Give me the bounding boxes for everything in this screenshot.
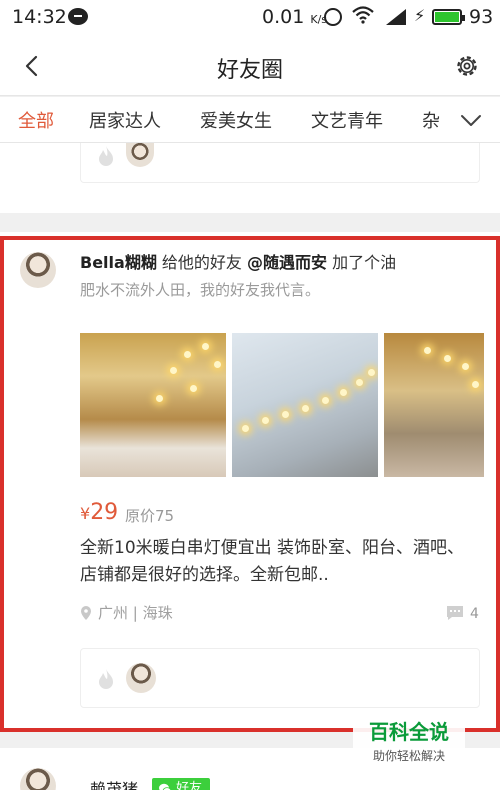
- alarm-icon: [324, 8, 342, 26]
- location-pin-icon: [81, 606, 91, 620]
- comment-count[interactable]: 4: [446, 605, 479, 622]
- wechat-icon: [159, 783, 172, 790]
- post-username[interactable]: Bella糊糊: [80, 253, 157, 272]
- signal-icon: [386, 9, 406, 25]
- wifi-icon: [352, 6, 374, 24]
- flame-icon[interactable]: [96, 144, 116, 168]
- tab-all[interactable]: 全部: [18, 107, 54, 133]
- post-headline: Bella糊糊 给他的好友 @随遇而安 加了个油: [80, 249, 396, 273]
- battery-icon: [432, 9, 465, 25]
- tabs-expand-button[interactable]: [442, 97, 500, 142]
- post-photo-2[interactable]: [232, 333, 378, 477]
- post-mention[interactable]: @随遇而安: [247, 253, 327, 272]
- comment-icon: [447, 606, 463, 620]
- charging-icon: ⚡: [414, 6, 426, 25]
- post-original-price: 原价75: [125, 507, 175, 525]
- top-bar: 好友圈: [0, 36, 500, 96]
- next-post-username[interactable]: 赖茂猪: [90, 776, 138, 790]
- gear-icon[interactable]: [454, 53, 480, 79]
- post-description[interactable]: 全新10米暖白串灯便宜出 装饰卧室、阳台、酒吧、店铺都是很好的选择。全新包邮..: [80, 535, 480, 589]
- post-photo-1[interactable]: [80, 333, 226, 477]
- status-bar: 14:32 0.01 K/s ⚡ 93: [0, 0, 500, 36]
- status-time: 14:32: [12, 6, 67, 28]
- post-action-text: 给他的好友: [161, 253, 242, 272]
- watermark-subtitle: 助你轻松解决: [372, 749, 445, 763]
- post-photo-3[interactable]: [384, 333, 484, 477]
- battery-percent: 93: [469, 6, 494, 28]
- post-location: 广州 | 海珠: [80, 602, 173, 623]
- post-price: ¥29: [80, 500, 119, 525]
- friend-badge: 好友: [152, 778, 211, 790]
- tab-misc[interactable]: 杂: [422, 107, 440, 133]
- previous-post-card: [0, 143, 500, 213]
- flame-icon[interactable]: [96, 667, 116, 691]
- post-action-suffix: 加了个油: [332, 253, 397, 272]
- post-subtitle: 肥水不流外人田，我的好友我代言。: [80, 281, 321, 299]
- chevron-down-icon: [461, 115, 481, 126]
- category-tabs: 全部 居家达人 爱美女生 文艺青年 杂: [0, 97, 500, 143]
- network-speed: 0.01 K/s: [262, 6, 328, 28]
- liker-avatar[interactable]: [126, 663, 156, 693]
- tab-home-expert[interactable]: 居家达人: [89, 107, 161, 133]
- watermark-title: 百科全说: [369, 720, 449, 744]
- avatar[interactable]: [20, 252, 56, 288]
- message-icon: [68, 8, 88, 25]
- tab-literary-youth[interactable]: 文艺青年: [311, 107, 383, 133]
- tab-beauty-girls[interactable]: 爱美女生: [200, 107, 272, 133]
- watermark-logo: 百科全说 助你轻松解决: [353, 708, 465, 763]
- page-title: 好友圈: [216, 58, 283, 83]
